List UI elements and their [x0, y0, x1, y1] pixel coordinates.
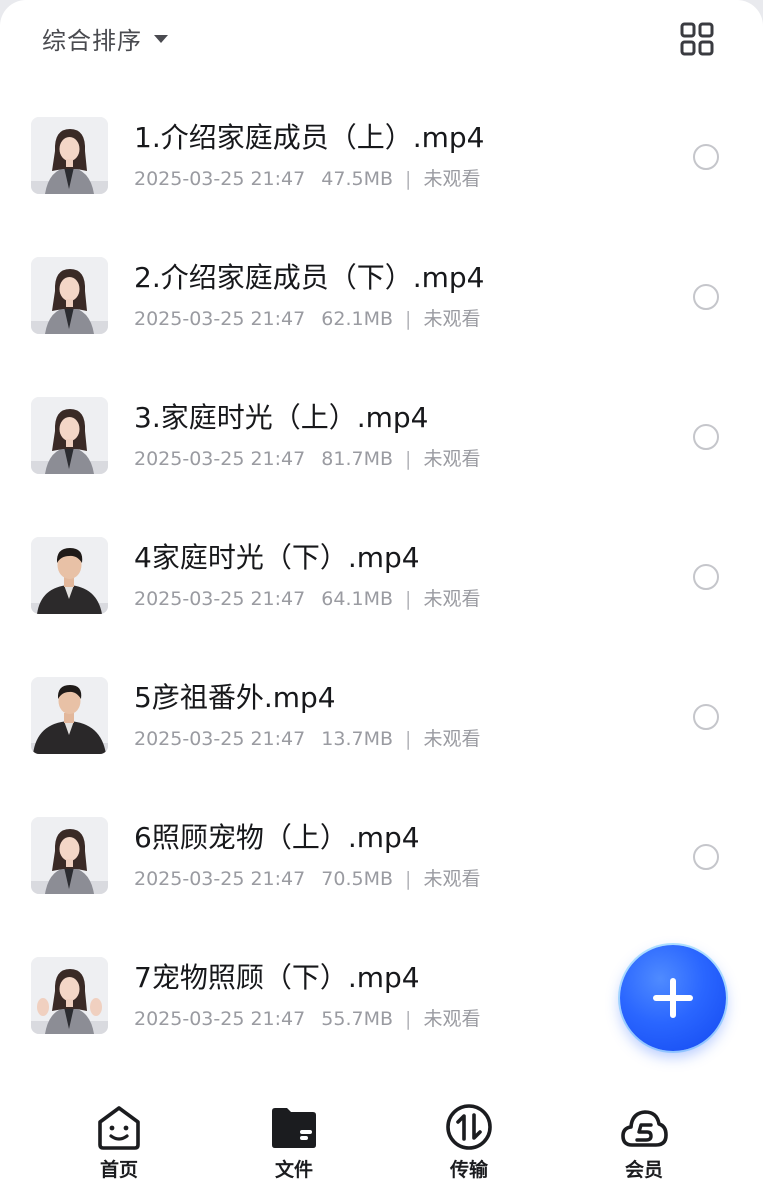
meta-divider: |	[405, 308, 412, 330]
transfer-icon	[446, 1104, 492, 1150]
file-meta: 2025-03-25 21:47 47.5MB | 未观看	[134, 164, 481, 191]
video-thumbnail	[31, 117, 108, 194]
nav-files-label: 文件	[274, 1159, 313, 1181]
watch-status: 未观看	[423, 168, 481, 190]
file-size: 47.5MB	[321, 168, 393, 190]
sort-label: 综合排序	[42, 26, 142, 55]
meta-divider: |	[405, 1008, 412, 1030]
file-row[interactable]: 2.介绍家庭成员（下）.mp4 2025-03-25 21:47 62.1MB …	[0, 226, 763, 366]
meta-divider: |	[405, 588, 412, 610]
file-name: 6照顾宠物（上）.mp4	[134, 821, 420, 854]
folder-icon	[272, 1108, 316, 1148]
watch-status: 未观看	[423, 448, 481, 470]
video-thumbnail	[31, 677, 108, 754]
file-date: 2025-03-25 21:47	[134, 868, 306, 890]
file-list: 1.介绍家庭成员（上）.mp4 2025-03-25 21:47 47.5MB …	[0, 86, 763, 1066]
watch-status: 未观看	[423, 868, 481, 890]
file-size: 13.7MB	[321, 728, 393, 750]
plus-icon-stroke	[670, 978, 676, 1018]
file-name: 1.介绍家庭成员（上）.mp4	[134, 121, 485, 154]
watch-status: 未观看	[423, 1008, 481, 1030]
file-date: 2025-03-25 21:47	[134, 448, 306, 470]
file-list-screen: 综合排序 1.介绍家庭成员（上）.mp4 2025-03-25 21:47 47…	[0, 0, 763, 1200]
video-thumbnail	[31, 817, 108, 894]
file-date: 2025-03-25 21:47	[134, 168, 306, 190]
meta-divider: |	[405, 868, 412, 890]
select-checkbox[interactable]	[693, 144, 719, 170]
file-date: 2025-03-25 21:47	[134, 1008, 306, 1030]
file-row[interactable]: 6照顾宠物（上）.mp4 2025-03-25 21:47 70.5MB | 未…	[0, 786, 763, 926]
nav-transfer[interactable]: 传输	[419, 1099, 519, 1189]
nav-home-label: 首页	[99, 1159, 138, 1181]
caret-down-icon	[154, 35, 168, 43]
file-size: 70.5MB	[321, 868, 393, 890]
grid-view-button[interactable]	[680, 22, 714, 56]
bottom-nav: 首页 文件 传输 会员	[0, 1085, 763, 1200]
file-name: 5彦祖番外.mp4	[134, 681, 336, 714]
list-header: 综合排序	[0, 0, 763, 80]
nav-home[interactable]: 首页	[69, 1099, 169, 1189]
file-date: 2025-03-25 21:47	[134, 588, 306, 610]
nav-transfer-label: 传输	[449, 1159, 488, 1181]
file-meta: 2025-03-25 21:47 62.1MB | 未观看	[134, 304, 481, 331]
meta-divider: |	[405, 168, 412, 190]
home-smile-icon	[98, 1106, 140, 1150]
file-name: 3.家庭时光（上）.mp4	[134, 401, 429, 434]
file-date: 2025-03-25 21:47	[134, 308, 306, 330]
file-row[interactable]: 4家庭时光（下）.mp4 2025-03-25 21:47 64.1MB | 未…	[0, 506, 763, 646]
file-name: 7宠物照顾（下）.mp4	[134, 961, 420, 994]
select-checkbox[interactable]	[693, 424, 719, 450]
file-meta: 2025-03-25 21:47 70.5MB | 未观看	[134, 864, 481, 891]
file-row[interactable]: 1.介绍家庭成员（上）.mp4 2025-03-25 21:47 47.5MB …	[0, 86, 763, 226]
video-thumbnail	[31, 957, 108, 1034]
select-checkbox[interactable]	[693, 284, 719, 310]
file-meta: 2025-03-25 21:47 13.7MB | 未观看	[134, 724, 481, 751]
watch-status: 未观看	[423, 728, 481, 750]
sort-dropdown[interactable]: 综合排序	[42, 18, 168, 58]
file-size: 64.1MB	[321, 588, 393, 610]
nav-vip[interactable]: 会员	[594, 1099, 694, 1189]
file-size: 55.7MB	[321, 1008, 393, 1030]
nav-vip-label: 会员	[624, 1159, 663, 1181]
file-size: 62.1MB	[321, 308, 393, 330]
file-meta: 2025-03-25 21:47 64.1MB | 未观看	[134, 584, 481, 611]
select-checkbox[interactable]	[693, 564, 719, 590]
file-size: 81.7MB	[321, 448, 393, 470]
file-row[interactable]: 5彦祖番外.mp4 2025-03-25 21:47 13.7MB | 未观看	[0, 646, 763, 786]
video-thumbnail	[31, 537, 108, 614]
select-checkbox[interactable]	[693, 844, 719, 870]
watch-status: 未观看	[423, 308, 481, 330]
file-name: 4家庭时光（下）.mp4	[134, 541, 420, 574]
add-button[interactable]	[620, 945, 726, 1051]
file-name: 2.介绍家庭成员（下）.mp4	[134, 261, 485, 294]
nav-files[interactable]: 文件	[244, 1099, 344, 1189]
file-row[interactable]: 3.家庭时光（上）.mp4 2025-03-25 21:47 81.7MB | …	[0, 366, 763, 506]
grid-view-icon	[680, 22, 714, 56]
meta-divider: |	[405, 448, 412, 470]
video-thumbnail	[31, 397, 108, 474]
file-meta: 2025-03-25 21:47 81.7MB | 未观看	[134, 444, 481, 471]
watch-status: 未观看	[423, 588, 481, 610]
meta-divider: |	[405, 728, 412, 750]
vip-cloud-icon	[621, 1110, 668, 1147]
file-date: 2025-03-25 21:47	[134, 728, 306, 750]
file-meta: 2025-03-25 21:47 55.7MB | 未观看	[134, 1004, 481, 1031]
video-thumbnail	[31, 257, 108, 334]
select-checkbox[interactable]	[693, 704, 719, 730]
